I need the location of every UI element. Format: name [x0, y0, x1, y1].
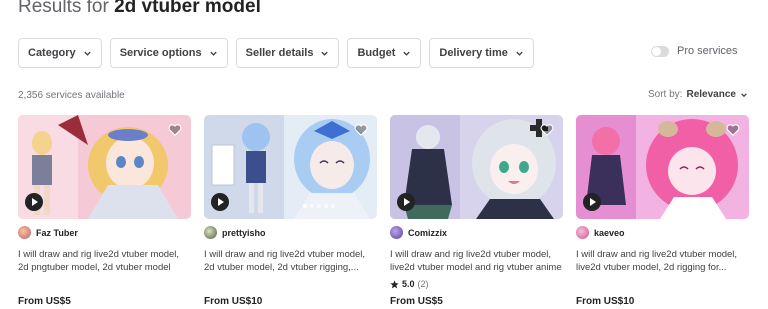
pro-services-label: Pro services	[677, 45, 738, 57]
seller-info[interactable]: Comizzix	[390, 226, 447, 239]
seller-name[interactable]: prettyisho	[222, 228, 266, 238]
carousel-dots[interactable]	[675, 204, 707, 208]
filter-bar: Category Service options Seller details …	[18, 38, 534, 68]
chevron-down-icon	[403, 51, 411, 56]
pro-services-toggle[interactable]	[651, 45, 669, 57]
gig-price: From US$10	[204, 296, 263, 307]
gig-price: From US$10	[576, 296, 635, 307]
gig-image	[204, 115, 377, 219]
results-count: 2,356 services available	[18, 90, 125, 101]
gig-thumbnail[interactable]	[18, 115, 191, 219]
star-icon	[390, 279, 399, 288]
filter-label: Service options	[119, 47, 202, 59]
pro-services: Pro services	[651, 45, 738, 57]
chevron-down-icon	[321, 51, 329, 56]
chevron-down-icon	[209, 51, 217, 56]
gig-card[interactable]: Comizzix I will draw and rig live2d vtub…	[390, 115, 563, 307]
gig-card[interactable]: kaeveo I will draw and rig live2d vtuber…	[576, 115, 749, 307]
filter-category[interactable]: Category	[18, 38, 102, 68]
gig-title[interactable]: I will draw and rig live2d vtuber model,…	[390, 249, 563, 274]
heart-icon[interactable]	[354, 123, 368, 137]
filter-label: Delivery time	[439, 47, 508, 59]
filter-seller-details[interactable]: Seller details	[235, 38, 340, 68]
play-icon[interactable]	[211, 193, 229, 211]
gig-thumbnail[interactable]	[390, 115, 563, 219]
avatar	[204, 226, 217, 239]
seller-name[interactable]: Comizzix	[408, 228, 447, 238]
chevron-down-icon	[741, 92, 747, 97]
gig-card[interactable]: prettyisho I will draw and rig live2d vt…	[204, 115, 377, 307]
gig-image	[576, 115, 749, 219]
seller-info[interactable]: Faz Tuber	[18, 226, 78, 239]
gig-thumbnail[interactable]	[576, 115, 749, 219]
rating: 5.0 (2)	[390, 279, 429, 289]
gig-price: From US$5	[18, 296, 71, 307]
play-icon[interactable]	[583, 193, 601, 211]
gig-title[interactable]: I will draw and rig live2d vtuber model,…	[204, 249, 377, 274]
results-prefix: Results for	[18, 0, 115, 17]
carousel-dots[interactable]	[303, 204, 335, 208]
filter-label: Category	[28, 47, 76, 59]
filter-budget[interactable]: Budget	[347, 38, 422, 68]
filter-label: Seller details	[245, 47, 314, 59]
avatar	[576, 226, 589, 239]
avatar	[18, 226, 31, 239]
sort-dropdown[interactable]: Sort by: Relevance	[648, 89, 748, 100]
gig-title[interactable]: I will draw and rig live2d vtuber model,…	[18, 249, 191, 274]
filter-delivery-time[interactable]: Delivery time	[429, 38, 534, 68]
heart-icon[interactable]	[726, 123, 740, 137]
chevron-down-icon	[84, 51, 91, 56]
gig-price: From US$5	[390, 296, 443, 307]
gig-image	[18, 115, 191, 219]
search-query: 2d vtuber model	[114, 0, 261, 17]
rating-value: 5.0	[402, 279, 415, 289]
sort-value: Relevance	[686, 89, 736, 100]
results-title: Results for 2d vtuber model	[18, 0, 261, 18]
chevron-down-icon	[516, 51, 523, 56]
gig-title[interactable]: I will draw and rig live2d vtuber model,…	[576, 249, 749, 274]
filter-label: Budget	[357, 47, 396, 59]
avatar	[390, 226, 403, 239]
play-icon[interactable]	[397, 193, 415, 211]
filter-service-options[interactable]: Service options	[109, 38, 228, 68]
sort-label: Sort by:	[648, 89, 683, 100]
play-icon[interactable]	[25, 193, 43, 211]
seller-info[interactable]: kaeveo	[576, 226, 625, 239]
review-count: (2)	[417, 279, 429, 289]
seller-name[interactable]: Faz Tuber	[36, 228, 78, 238]
heart-icon[interactable]	[540, 123, 554, 137]
gig-thumbnail[interactable]	[204, 115, 377, 219]
gig-card[interactable]: Faz Tuber I will draw and rig live2d vtu…	[18, 115, 191, 307]
heart-icon[interactable]	[168, 123, 182, 137]
gig-image	[390, 115, 563, 219]
seller-info[interactable]: prettyisho	[204, 226, 266, 239]
seller-name[interactable]: kaeveo	[594, 228, 625, 238]
